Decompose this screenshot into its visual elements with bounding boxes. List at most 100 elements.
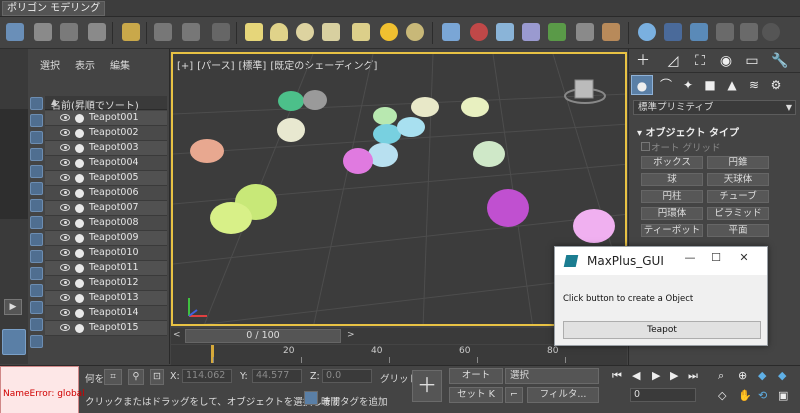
list-item[interactable]: Teapot010 xyxy=(45,246,167,261)
helper-icon[interactable] xyxy=(182,23,200,41)
previous-frame-icon[interactable]: ◀ xyxy=(632,369,640,382)
eye-icon[interactable] xyxy=(60,159,70,166)
freeze-icon[interactable] xyxy=(75,294,84,303)
filter-bones-icon[interactable] xyxy=(30,233,43,246)
next-frame-icon[interactable]: ▶ xyxy=(670,369,678,382)
geosphere-button[interactable]: 天球体 xyxy=(707,173,769,186)
systems-category-icon[interactable]: ⚙ xyxy=(765,75,787,95)
primitive-type-dropdown[interactable]: 標準プリミティブ ▼ xyxy=(633,100,796,115)
maxscript-listener-mini[interactable]: NameError: global xyxy=(0,366,85,413)
add-time-tag-label[interactable]: 時間タグを追加 xyxy=(321,394,388,408)
motion-tab-icon[interactable]: ◉ xyxy=(715,51,737,71)
pan-icon[interactable]: ✋ xyxy=(738,389,752,402)
cone-button[interactable]: 円錐 xyxy=(707,156,769,169)
menu-display[interactable]: 表示 xyxy=(75,57,95,72)
layer-toggle-button[interactable] xyxy=(2,329,26,355)
globe-icon[interactable] xyxy=(638,23,656,41)
freeze-icon[interactable] xyxy=(75,309,84,318)
add-key-button[interactable]: ＋ xyxy=(412,370,442,402)
freeze-icon[interactable] xyxy=(75,159,84,168)
key-filter-selection-dropdown[interactable]: 選択 xyxy=(505,368,599,384)
freeze-icon[interactable] xyxy=(75,129,84,138)
modify-tab-icon[interactable]: ◿ xyxy=(662,51,684,71)
y-coordinate-field[interactable]: 44.577 xyxy=(252,369,302,383)
freeze-icon[interactable] xyxy=(75,189,84,198)
freeze-icon[interactable] xyxy=(75,144,84,153)
eye-icon[interactable] xyxy=(60,174,70,181)
goto-start-icon[interactable]: ⏮ xyxy=(612,369,622,383)
teapot-icon[interactable] xyxy=(6,23,24,41)
freeze-icon[interactable] xyxy=(75,114,84,123)
camera-icon[interactable] xyxy=(154,23,172,41)
eye-icon[interactable] xyxy=(60,264,70,271)
zoom-icon[interactable]: ⌕ xyxy=(718,369,724,383)
eye-icon[interactable] xyxy=(60,144,70,151)
lights-category-icon[interactable]: ✦ xyxy=(677,75,699,95)
freeze-icon[interactable] xyxy=(75,234,84,243)
helpers-category-icon[interactable]: ▲ xyxy=(721,75,743,95)
freeze-icon[interactable] xyxy=(75,279,84,288)
teapot-cyan-2[interactable] xyxy=(397,117,425,137)
sun-icon[interactable] xyxy=(380,23,398,41)
close-button[interactable]: ✕ xyxy=(731,247,757,269)
filter-lights-icon[interactable] xyxy=(30,131,43,144)
cylinder-button[interactable]: 円柱 xyxy=(641,190,703,203)
teapot-lime-small[interactable] xyxy=(461,97,489,117)
absolute-mode-icon[interactable]: ⊡ xyxy=(150,369,164,385)
plant-icon[interactable] xyxy=(548,23,566,41)
isolate-icon[interactable]: ⚲ xyxy=(128,369,144,385)
eye-icon[interactable] xyxy=(60,294,70,301)
light-icon[interactable] xyxy=(122,23,140,41)
freeze-icon[interactable] xyxy=(75,204,84,213)
material-editor-icon[interactable] xyxy=(60,23,78,41)
teapot-gray[interactable] xyxy=(303,90,327,110)
filter-spacewarps-icon[interactable] xyxy=(30,182,43,195)
maximize-button[interactable]: ☐ xyxy=(703,247,729,269)
shapes-category-icon[interactable]: ⌒ xyxy=(655,75,677,95)
z-coordinate-field[interactable]: 0.0 xyxy=(322,369,372,383)
expand-panel-button[interactable]: ▶ xyxy=(4,299,22,315)
cloth-icon[interactable] xyxy=(496,23,514,41)
dialog-title-bar[interactable]: MaxPlus_GUI — ☐ ✕ xyxy=(555,247,767,275)
set-key-button[interactable]: セット K xyxy=(449,387,503,403)
list-item[interactable]: Teapot003 xyxy=(45,141,167,156)
eye-icon[interactable] xyxy=(60,279,70,286)
zoom-extents-icon[interactable]: ◆ xyxy=(758,369,766,382)
spacewarps-category-icon[interactable]: ≋ xyxy=(743,75,765,95)
pyramid-button[interactable]: ピラミッド xyxy=(707,207,769,220)
orbit-icon[interactable]: ⟲ xyxy=(758,389,767,402)
zoom-all-icon[interactable]: ⊕ xyxy=(738,369,747,382)
script-icon[interactable] xyxy=(690,23,708,41)
field-of-view-icon[interactable]: ◇ xyxy=(718,389,726,402)
box-button[interactable]: ボックス xyxy=(641,156,703,169)
cone-icon[interactable] xyxy=(352,23,370,41)
display-tab-icon[interactable]: ▭ xyxy=(741,51,763,71)
render-frame-icon[interactable] xyxy=(88,23,106,41)
freeze-icon[interactable] xyxy=(75,174,84,183)
ribbon-tab-polygon-modeling[interactable]: ポリゴン モデリング xyxy=(2,1,106,16)
teapot-cream[interactable] xyxy=(411,97,439,117)
list-item[interactable]: Teapot008 xyxy=(45,216,167,231)
trackbar[interactable]: 20 40 60 80 xyxy=(171,345,627,365)
render-setup-icon[interactable] xyxy=(34,23,52,41)
eye-icon[interactable] xyxy=(60,219,70,226)
rope-icon[interactable] xyxy=(522,23,540,41)
object-type-rollout-title[interactable]: ▾ オブジェクト タイプ xyxy=(637,124,739,139)
autogrid-checkbox[interactable]: オート グリッド xyxy=(641,140,721,154)
list-item[interactable]: Teapot001 xyxy=(45,111,167,126)
network-icon[interactable] xyxy=(664,23,682,41)
teapot-peach[interactable] xyxy=(190,139,224,163)
create-tab-icon[interactable]: ＋ xyxy=(632,51,654,71)
shell-icon[interactable] xyxy=(602,23,620,41)
filters-button[interactable]: フィルタ... xyxy=(527,387,599,403)
teapot-lightgreen[interactable] xyxy=(373,107,397,125)
list-item[interactable]: Teapot014 xyxy=(45,306,167,321)
monitor-icon[interactable] xyxy=(716,23,734,41)
geometry-category-icon[interactable]: ● xyxy=(631,75,653,95)
eye-icon[interactable] xyxy=(60,129,70,136)
plane-button[interactable]: 平面 xyxy=(707,224,769,237)
x-coordinate-field[interactable]: 114.062 xyxy=(182,369,232,383)
minimize-button[interactable]: — xyxy=(677,247,703,269)
help-icon[interactable] xyxy=(762,23,780,41)
space-warp-icon[interactable] xyxy=(212,23,230,41)
